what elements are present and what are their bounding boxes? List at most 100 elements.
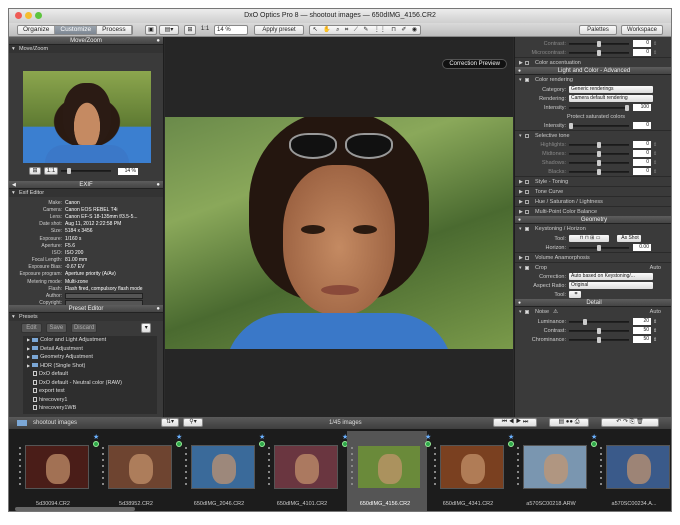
- horizon-field[interactable]: 0.00: [633, 244, 651, 251]
- stepper-icon[interactable]: ⇕: [653, 50, 657, 56]
- stepper-icon[interactable]: ⇕: [653, 142, 657, 148]
- thumbnail-image[interactable]: [440, 445, 504, 489]
- value-slider[interactable]: [569, 141, 629, 148]
- stepper-icon[interactable]: ⇕: [653, 160, 657, 166]
- section-crop[interactable]: ▾ Crop Auto: [515, 262, 671, 272]
- preset-item[interactable]: hirecovery1WB: [27, 404, 157, 413]
- edit-preset-button[interactable]: Edit: [21, 323, 42, 333]
- zoom-1-1[interactable]: 1:1: [198, 25, 212, 35]
- sort-icon[interactable]: ⇅▾: [161, 418, 179, 427]
- slider-knob[interactable]: [597, 141, 601, 148]
- slider-knob[interactable]: [597, 159, 601, 166]
- thumbnail-image[interactable]: [357, 445, 421, 489]
- preset-folder[interactable]: ▶ Detail Adjustment: [27, 345, 157, 354]
- horizon-slider[interactable]: [569, 244, 629, 251]
- checkbox[interactable]: [525, 180, 529, 184]
- slider-knob[interactable]: [597, 168, 601, 175]
- tab-process[interactable]: Process: [97, 26, 132, 34]
- keystone-tool-buttons[interactable]: ⊓ ⊓ ⊞ ▭: [569, 235, 609, 242]
- category-select[interactable]: Generic renderings: [569, 86, 653, 93]
- slider-knob[interactable]: [583, 318, 587, 325]
- slider-knob[interactable]: [597, 49, 601, 56]
- intensity-slider[interactable]: [569, 104, 629, 111]
- navigator-zoom-slider[interactable]: [61, 168, 111, 174]
- navigator-scale[interactable]: 1:1: [44, 167, 58, 175]
- star-icon[interactable]: ★: [259, 433, 265, 441]
- stepper-icon[interactable]: ⇕: [653, 169, 657, 175]
- thumbnail-image[interactable]: [606, 445, 670, 489]
- repair-tool-icon[interactable]: ◉: [412, 26, 417, 34]
- view-buttons[interactable]: ▤ ●● ⎙: [549, 418, 589, 427]
- value-field[interactable]: 0: [633, 168, 651, 175]
- keystone-tool-icon[interactable]: ⊓: [391, 26, 396, 34]
- as-shot-button[interactable]: As Shot: [617, 235, 641, 242]
- pointer-tool-icon[interactable]: ↖: [313, 26, 318, 34]
- collapsed-section[interactable]: ▶ Hue / Saturation / Lightness: [515, 196, 671, 206]
- stepper-icon[interactable]: ⇕: [653, 337, 657, 343]
- preset-item[interactable]: hirecovery1: [27, 396, 157, 405]
- slider-knob[interactable]: [597, 336, 601, 343]
- collapse-arrow-icon[interactable]: ▾: [12, 313, 15, 321]
- aspect-ratio-select[interactable]: Original: [569, 282, 653, 289]
- thumbnail-image[interactable]: [523, 445, 587, 489]
- close-icon[interactable]: ●: [518, 67, 521, 75]
- value-slider[interactable]: [569, 168, 629, 175]
- checkbox[interactable]: [525, 134, 529, 138]
- stepper-icon[interactable]: ⇕: [653, 41, 657, 47]
- rotate-buttons[interactable]: ↶ ↷ ⎘ 🗑: [601, 418, 659, 427]
- thumbnail-image[interactable]: [25, 445, 89, 489]
- zoom-tool-icon[interactable]: ⌕: [336, 26, 339, 34]
- checkbox[interactable]: [525, 227, 529, 231]
- value-slider[interactable]: [569, 49, 629, 56]
- tab-organize[interactable]: Organize: [18, 26, 56, 34]
- fit-icon[interactable]: ⊞: [184, 25, 196, 35]
- rendering-select[interactable]: Camera default rendering: [569, 95, 653, 102]
- section-color-rendering[interactable]: ▾ Color rendering: [515, 75, 671, 85]
- value-field[interactable]: 50: [633, 336, 651, 343]
- collapsed-section[interactable]: ▶ Multi-Point Color Balance: [515, 206, 671, 216]
- close-icon[interactable]: ●: [156, 181, 160, 189]
- exif-value[interactable]: [65, 293, 143, 300]
- hand-tool-icon[interactable]: ✋: [323, 26, 330, 34]
- collapse-arrow-icon[interactable]: ▾: [12, 45, 15, 53]
- value-slider[interactable]: [569, 159, 629, 166]
- value-slider[interactable]: [569, 318, 629, 325]
- slider-knob[interactable]: [597, 40, 601, 47]
- close-icon[interactable]: ●: [518, 299, 521, 307]
- value-slider[interactable]: [569, 150, 629, 157]
- workspace-button[interactable]: Workspace: [621, 25, 663, 35]
- section-noise[interactable]: ▾ Noise ⚠ Auto: [515, 307, 671, 317]
- section-volume-anamorphosis[interactable]: ▶ Volume Anamorphosis: [515, 252, 671, 262]
- section-color-accentuation[interactable]: ▶ Color accentuation: [515, 57, 671, 67]
- palettes-button[interactable]: Palettes: [579, 25, 617, 35]
- intensity-field[interactable]: 100: [633, 104, 651, 111]
- stepper-icon[interactable]: ⇕: [653, 328, 657, 334]
- value-field[interactable]: 0: [633, 49, 651, 56]
- value-field[interactable]: 0: [633, 150, 651, 157]
- close-icon[interactable]: ●: [156, 305, 160, 313]
- preset-folder[interactable]: ▶ Geometry Adjustment: [27, 353, 157, 362]
- protect-intensity-field[interactable]: 0: [633, 122, 651, 129]
- navigator-zoom-percent[interactable]: 14 %: [118, 167, 138, 175]
- correction-preview-button[interactable]: Correction Preview: [442, 59, 507, 69]
- value-slider[interactable]: [569, 40, 629, 47]
- straighten-tool-icon[interactable]: ⟋: [354, 26, 358, 34]
- preset-folder[interactable]: ▶ HDR (Single Shot): [27, 362, 157, 371]
- close-icon[interactable]: ●: [518, 216, 521, 224]
- value-slider[interactable]: [569, 336, 629, 343]
- preset-menu-icon[interactable]: ▾: [141, 323, 151, 333]
- zoom-percent-select[interactable]: 14 %: [214, 25, 248, 35]
- star-icon[interactable]: ★: [93, 433, 99, 441]
- checkbox[interactable]: [525, 266, 529, 270]
- slider-knob[interactable]: [597, 327, 601, 334]
- protect-intensity-slider[interactable]: [569, 122, 629, 129]
- star-icon[interactable]: ★: [176, 433, 182, 441]
- image-viewer[interactable]: Correction Preview: [165, 37, 513, 417]
- section-keystoning[interactable]: ▾ Keystoning / Horizon: [515, 224, 671, 234]
- navigator-thumbnail[interactable]: [23, 71, 151, 163]
- close-window-icon[interactable]: [15, 12, 22, 19]
- slider-knob[interactable]: [597, 150, 601, 157]
- section-selective-tone[interactable]: ▾ Selective tone: [515, 130, 671, 140]
- preset-folder[interactable]: ▶ Color and Light Adjustment: [27, 336, 157, 345]
- collapsed-section[interactable]: ▶ Style - Toning: [515, 176, 671, 186]
